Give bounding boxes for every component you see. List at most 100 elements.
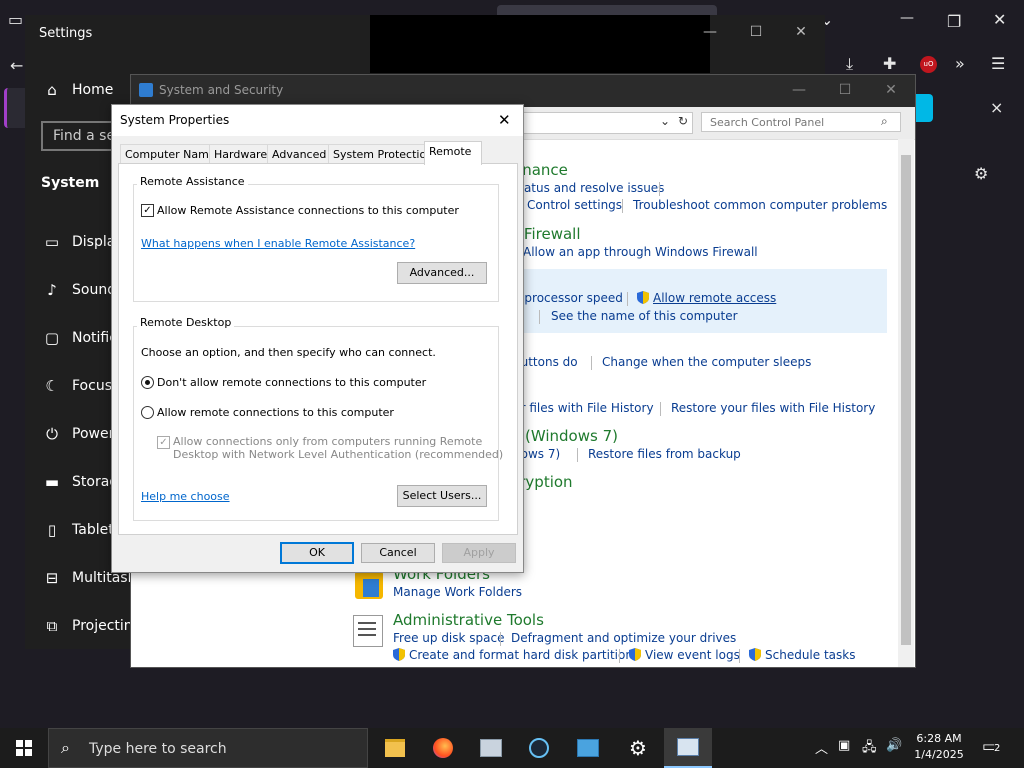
- firefox-app[interactable]: [419, 728, 467, 768]
- link-create-format-partitions[interactable]: Create and format hard disk partitions: [393, 648, 639, 662]
- tray-security-icon[interactable]: ▣: [838, 738, 850, 753]
- cp-scrollbar-thumb[interactable]: [901, 155, 911, 645]
- tab-remote[interactable]: Remote: [424, 141, 482, 165]
- shield-icon: [393, 648, 405, 661]
- nav-tablet[interactable]: ▯ Tablet: [41, 515, 114, 545]
- link-restore-file-history[interactable]: Restore your files with File History: [671, 401, 875, 415]
- dialog-title: System Properties: [120, 113, 230, 127]
- gear-icon[interactable]: ⚙: [974, 164, 988, 183]
- back-icon[interactable]: ←: [10, 56, 23, 75]
- action-center[interactable]: ▭ 2: [982, 737, 1004, 757]
- link-computer-sleeps[interactable]: Change when the computer sleeps: [602, 355, 811, 369]
- cp-minimize-icon[interactable]: —: [779, 82, 819, 98]
- apply-button[interactable]: Apply: [442, 543, 516, 563]
- clock[interactable]: 6:28 AM 1/4/2025: [912, 732, 966, 761]
- taskbar-search[interactable]: ⌕ Type here to search: [48, 728, 368, 768]
- cp-maximize-icon[interactable]: ☐: [825, 82, 865, 98]
- ra-help-link[interactable]: What happens when I enable Remote Assist…: [141, 237, 415, 250]
- menu-icon[interactable]: ☰: [991, 54, 1005, 73]
- shield-icon: [749, 648, 761, 661]
- gear-icon: ⚙: [629, 736, 647, 760]
- rd-allow-label[interactable]: Allow remote connections to this compute…: [157, 406, 394, 419]
- link-allow-remote-access[interactable]: Allow remote access: [637, 291, 776, 305]
- tab-computer-name[interactable]: Computer Name: [120, 144, 221, 164]
- network-icon[interactable]: 🖧: [862, 738, 877, 760]
- address-input[interactable]: ⌄ ↻: [511, 112, 693, 134]
- link-uac[interactable]: Control settings: [527, 198, 622, 212]
- backup-heading[interactable]: e (Windows 7): [511, 427, 618, 445]
- search-icon: ⌕: [61, 738, 70, 757]
- rd-help-link[interactable]: Help me choose: [141, 490, 230, 503]
- dialog-close-icon[interactable]: ✕: [498, 111, 511, 129]
- settings-close-icon[interactable]: ✕: [781, 24, 821, 40]
- photos-icon: [480, 739, 502, 757]
- moon-icon: ☾: [45, 377, 59, 395]
- tab-advanced[interactable]: Advanced: [267, 144, 332, 164]
- ublock-icon[interactable]: uO: [920, 56, 937, 73]
- refresh-icon[interactable]: ↻: [678, 114, 688, 128]
- folder-icon: [385, 739, 405, 757]
- settings-maximize-icon[interactable]: ☐: [736, 24, 776, 40]
- link-check-status[interactable]: status and resolve issues: [513, 181, 664, 195]
- link-schedule-tasks[interactable]: Schedule tasks: [749, 648, 855, 662]
- extensions-icon[interactable]: ✚: [883, 54, 896, 73]
- tab-list-icon[interactable]: ▭: [8, 10, 23, 29]
- link-free-disk-space[interactable]: Free up disk space: [393, 631, 505, 645]
- close-icon[interactable]: ✕: [993, 10, 1006, 29]
- volume-icon[interactable]: 🔊: [886, 738, 902, 753]
- settings-minimize-icon[interactable]: —: [690, 24, 730, 40]
- file-explorer-app[interactable]: [371, 728, 419, 768]
- link-defragment[interactable]: Defragment and optimize your drives: [511, 631, 736, 645]
- link-restore-backup[interactable]: Restore files from backup: [588, 447, 741, 461]
- system-icon: [677, 738, 699, 756]
- ok-button[interactable]: OK: [280, 542, 354, 564]
- tray-overflow-icon[interactable]: ︿: [815, 738, 828, 757]
- ra-checkbox-label[interactable]: Allow Remote Assistance connections to t…: [157, 204, 459, 217]
- cp-scrollbar[interactable]: [898, 139, 914, 667]
- rd-allow-radio[interactable]: [141, 406, 154, 419]
- admin-tools-heading[interactable]: Administrative Tools: [393, 611, 544, 629]
- notification-close-icon[interactable]: ×: [990, 98, 1003, 117]
- notification-icon: ▢: [44, 329, 60, 347]
- link-troubleshoot[interactable]: Troubleshoot common computer problems: [633, 198, 887, 212]
- minimize-icon[interactable]: —: [900, 10, 914, 26]
- link-computer-name[interactable]: See the name of this computer: [551, 309, 738, 323]
- notification-button[interactable]: [914, 94, 933, 122]
- ra-advanced-button[interactable]: Advanced...: [397, 262, 487, 284]
- rd-select-users-button[interactable]: Select Users...: [397, 485, 487, 507]
- download-icon[interactable]: ⤓: [846, 54, 853, 74]
- control-panel-app[interactable]: [564, 728, 612, 768]
- shield-icon: [637, 291, 649, 304]
- link-view-event-logs[interactable]: View event logs: [629, 648, 740, 662]
- restore-icon[interactable]: ❐: [947, 12, 961, 31]
- settings-home[interactable]: ⌂ Home: [41, 75, 113, 105]
- ra-checkbox[interactable]: ✓: [141, 204, 154, 217]
- link-allow-app[interactable]: Allow an app through Windows Firewall: [523, 245, 758, 259]
- link-processor-speed[interactable]: d processor speed: [513, 291, 623, 305]
- cp-search-input[interactable]: Search Control Panel: [701, 112, 901, 132]
- settings-app[interactable]: ⚙: [614, 728, 662, 768]
- link-manage-work-folders[interactable]: Manage Work Folders: [393, 585, 522, 599]
- system-properties-app[interactable]: [664, 728, 712, 768]
- tab-hardware[interactable]: Hardware: [209, 144, 273, 164]
- photos-app[interactable]: [467, 728, 515, 768]
- windows-icon: [16, 740, 32, 756]
- tab-system-protection[interactable]: System Protection: [328, 144, 439, 164]
- overflow-icon[interactable]: »: [955, 54, 965, 73]
- link-save-file-history[interactable]: ur files with File History: [513, 401, 654, 415]
- settings-title: Settings: [39, 26, 93, 41]
- rd-dont-allow-radio[interactable]: [141, 376, 154, 389]
- nav-sound[interactable]: ♪ Sound: [41, 275, 116, 305]
- steam-app[interactable]: [515, 728, 563, 768]
- settings-header-black: [370, 15, 710, 73]
- rd-nla-checkbox[interactable]: ✓: [157, 436, 170, 449]
- cp-close-icon[interactable]: ✕: [871, 82, 911, 98]
- settings-section-title: System: [41, 175, 100, 191]
- start-button[interactable]: [0, 728, 48, 768]
- taskbar-search-placeholder: Type here to search: [89, 741, 227, 757]
- control-panel-icon: [577, 739, 599, 757]
- rd-dont-allow-label[interactable]: Don't allow remote connections to this c…: [157, 376, 426, 389]
- rd-nla-line1: Allow connections only from computers ru…: [173, 435, 483, 448]
- chevron-down-icon[interactable]: ⌄: [660, 114, 670, 128]
- cancel-button[interactable]: Cancel: [361, 543, 435, 563]
